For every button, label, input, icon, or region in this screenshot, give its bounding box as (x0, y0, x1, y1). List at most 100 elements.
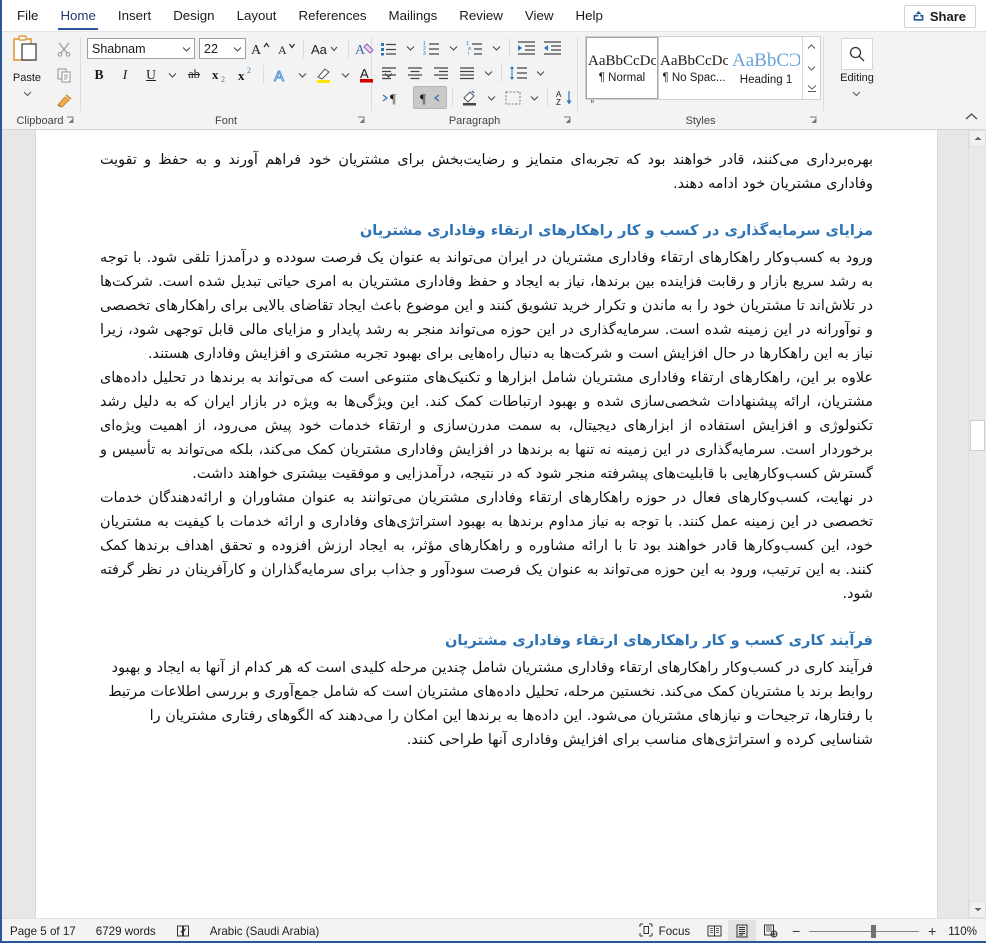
align-right-icon[interactable] (429, 61, 453, 84)
web-layout-icon[interactable] (756, 920, 784, 942)
tab-view[interactable]: View (514, 1, 565, 31)
paragraph-4[interactable]: در نهایت، کسب‌وکارهای فعال در حوزه راهکا… (100, 486, 873, 606)
gallery-scroll-up-icon[interactable] (803, 37, 820, 58)
language-indicator[interactable]: Arabic (Saudi Arabia) (200, 919, 330, 943)
line-spacing-icon[interactable] (507, 61, 531, 84)
bullets-icon[interactable] (377, 36, 401, 59)
heading-2[interactable]: فرآیند کاری کسب و کار راهکارهای ارتقاء و… (100, 630, 873, 652)
share-button[interactable]: Share (903, 5, 976, 28)
bullets-chevron-down-icon[interactable] (403, 36, 418, 59)
focus-button[interactable]: Focus (629, 919, 701, 943)
paste-button[interactable]: Paste (4, 34, 50, 97)
shading-icon[interactable] (458, 86, 482, 109)
word-count[interactable]: 6729 words (86, 919, 166, 943)
shrink-font-icon[interactable]: A (274, 37, 298, 60)
styles-gallery-scrollbar[interactable] (802, 37, 820, 99)
italic-icon[interactable]: I (113, 63, 137, 86)
tab-home[interactable]: Home (49, 1, 106, 31)
grow-font-icon[interactable]: A (248, 37, 272, 60)
font-name-combo[interactable]: Shabnam (87, 38, 195, 59)
numbering-chevron-down-icon[interactable] (446, 36, 461, 59)
decrease-indent-icon[interactable] (515, 36, 539, 59)
zoom-track[interactable] (809, 924, 920, 938)
style-normal[interactable]: AaBbCcDc ¶ Normal (585, 36, 659, 100)
sort-icon[interactable]: AZ (553, 86, 577, 109)
numbering-icon[interactable]: 123 (420, 36, 444, 59)
zoom-slider[interactable]: − + (784, 924, 944, 938)
increase-indent-icon[interactable] (541, 36, 565, 59)
cut-scissors-icon[interactable] (52, 37, 76, 60)
paragraph-3[interactable]: علاوه بر این، راهکارهای ارتقاء وفاداری م… (100, 366, 873, 486)
styles-dialog-launcher[interactable] (808, 115, 819, 126)
read-mode-icon[interactable] (700, 920, 728, 942)
paste-icon (10, 34, 44, 71)
tab-mailings[interactable]: Mailings (378, 1, 449, 31)
print-layout-icon[interactable] (728, 920, 757, 942)
tab-layout[interactable]: Layout (226, 1, 288, 31)
style-normal-preview: AaBbCcDc (588, 52, 656, 69)
font-size-combo[interactable]: 22 (199, 38, 246, 59)
underline-chevron-down-icon[interactable] (165, 63, 180, 86)
collapse-ribbon-icon[interactable] (965, 109, 978, 127)
shading-chevron-down-icon[interactable] (484, 86, 499, 109)
paragraph-dialog-launcher[interactable] (562, 115, 573, 126)
copy-icon[interactable] (52, 63, 76, 86)
zoom-in-button[interactable]: + (926, 924, 938, 938)
multilevel-chevron-down-icon[interactable] (489, 36, 504, 59)
zoom-level[interactable]: 110% (944, 925, 986, 938)
subscript-icon[interactable]: x2 (208, 63, 232, 86)
change-case-icon[interactable]: Aa (309, 37, 343, 60)
bold-icon[interactable]: B (87, 63, 111, 86)
align-chevron-down-icon[interactable] (481, 61, 496, 84)
editing-chevron-down-icon[interactable] (852, 84, 861, 97)
editing-button[interactable]: Editing (840, 38, 874, 97)
multilevel-list-icon[interactable]: 1ai (463, 36, 487, 59)
gallery-scroll-down-icon[interactable] (803, 58, 820, 79)
vertical-scrollbar[interactable] (968, 130, 986, 918)
font-dialog-launcher[interactable] (356, 115, 367, 126)
font-name-chevron-down-icon[interactable] (179, 46, 194, 52)
document-area[interactable]: بهره‌برداری می‌کنند، قادر خواهند بود که … (0, 130, 986, 918)
tab-references[interactable]: References (288, 1, 378, 31)
paragraph-5[interactable]: فرآیند کاری در کسب‌وکار راهکارهای ارتقاء… (100, 656, 873, 752)
scroll-up-icon[interactable] (969, 130, 986, 147)
clipboard-dialog-launcher[interactable] (65, 115, 76, 126)
tab-design[interactable]: Design (162, 1, 225, 31)
tab-help[interactable]: Help (565, 1, 614, 31)
tab-file[interactable]: File (6, 1, 49, 31)
zoom-out-button[interactable]: − (790, 924, 802, 938)
text-highlight-icon[interactable] (312, 63, 336, 86)
align-center-icon[interactable] (403, 61, 427, 84)
format-painter-icon[interactable] (52, 89, 76, 112)
paragraph-2[interactable]: ورود به کسب‌وکار راهکارهای ارتقاء وفادار… (100, 246, 873, 366)
strikethrough-icon[interactable]: ab (182, 63, 206, 86)
text-effects-chevron-down-icon[interactable] (295, 63, 310, 86)
tab-review[interactable]: Review (448, 1, 514, 31)
heading-1[interactable]: مزایای سرمایه‌گذاری در کسب و کار راهکاره… (100, 220, 873, 242)
scrollbar-thumb[interactable] (970, 420, 985, 451)
style-no-spacing[interactable]: AaBbCcDc ¶ No Spac... (658, 37, 730, 99)
gallery-more-icon[interactable] (803, 78, 820, 99)
tab-insert[interactable]: Insert (107, 1, 162, 31)
underline-icon[interactable]: U (139, 63, 163, 86)
document-page[interactable]: بهره‌برداری می‌کنند، قادر خواهند بود که … (36, 130, 937, 918)
paragraph-1[interactable]: بهره‌برداری می‌کنند، قادر خواهند بود که … (100, 148, 873, 196)
proofing-errors-icon[interactable] (166, 919, 200, 943)
highlight-chevron-down-icon[interactable] (338, 63, 353, 86)
scroll-down-icon[interactable] (969, 901, 986, 918)
rtl-text-direction-icon[interactable]: ¶ (413, 86, 447, 109)
justify-icon[interactable] (455, 61, 479, 84)
style-heading-1[interactable]: AaBbCƆ Heading 1 (730, 37, 802, 99)
zoom-thumb[interactable] (871, 924, 877, 938)
page-indicator[interactable]: Page 5 of 17 (0, 919, 86, 943)
chevron-down-icon[interactable] (23, 84, 32, 97)
borders-chevron-down-icon[interactable] (527, 86, 542, 109)
text-effects-icon[interactable]: A (269, 63, 293, 86)
borders-icon[interactable] (501, 86, 525, 109)
style-normal-label: ¶ Normal (598, 71, 646, 84)
superscript-icon[interactable]: x2 (234, 63, 258, 86)
line-spacing-chevron-down-icon[interactable] (533, 61, 548, 84)
ltr-text-direction-icon[interactable]: ¶ (377, 86, 411, 109)
font-size-chevron-down-icon[interactable] (230, 46, 245, 52)
align-left-icon[interactable] (377, 61, 401, 84)
